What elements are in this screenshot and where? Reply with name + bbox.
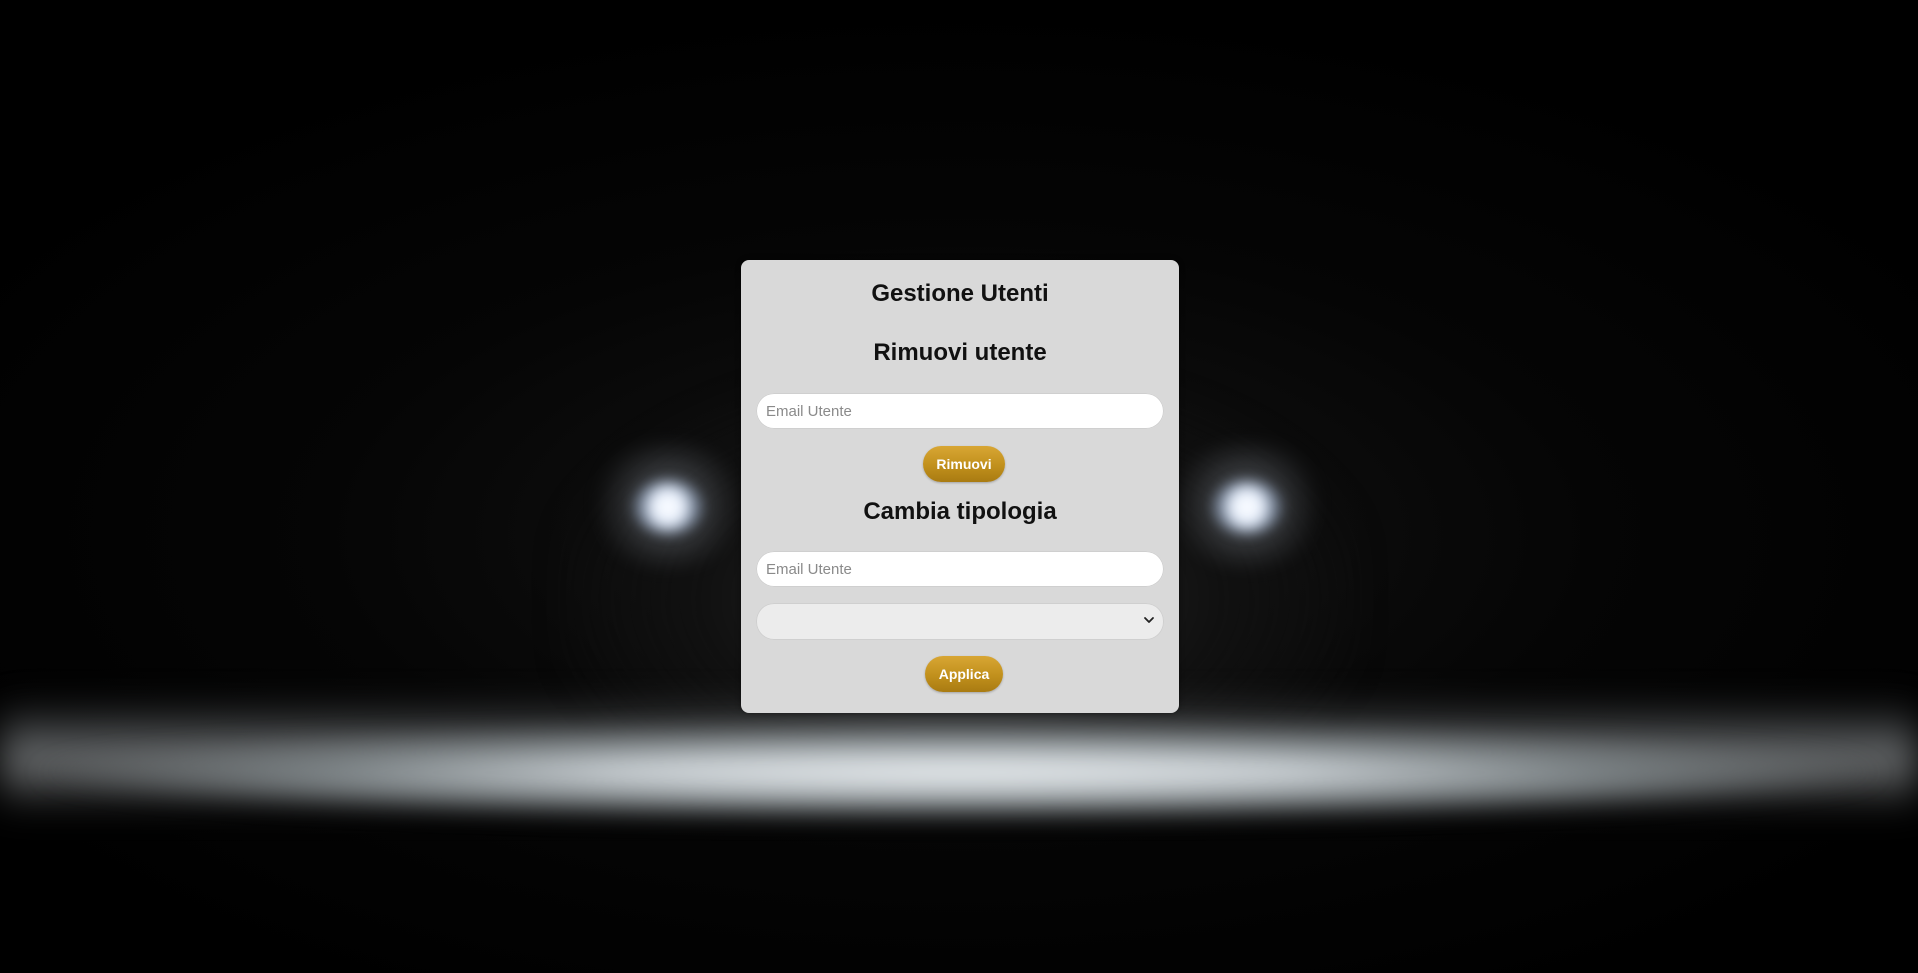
change-type-heading: Cambia tipologia [863, 498, 1057, 525]
page-title: Gestione Utenti [871, 280, 1049, 307]
chevron-down-icon [1144, 617, 1154, 623]
apply-button[interactable]: Applica [925, 656, 1003, 692]
headlight-left [633, 480, 703, 534]
remove-button[interactable]: Rimuovi [923, 446, 1005, 482]
headlight-right [1212, 480, 1282, 534]
change-type-email-input[interactable] [756, 551, 1164, 587]
user-type-select[interactable] [756, 603, 1164, 640]
user-management-panel: Gestione Utenti Rimuovi utente Rimuovi C… [741, 260, 1179, 713]
remove-email-input[interactable] [756, 393, 1164, 429]
remove-user-heading: Rimuovi utente [873, 339, 1047, 366]
